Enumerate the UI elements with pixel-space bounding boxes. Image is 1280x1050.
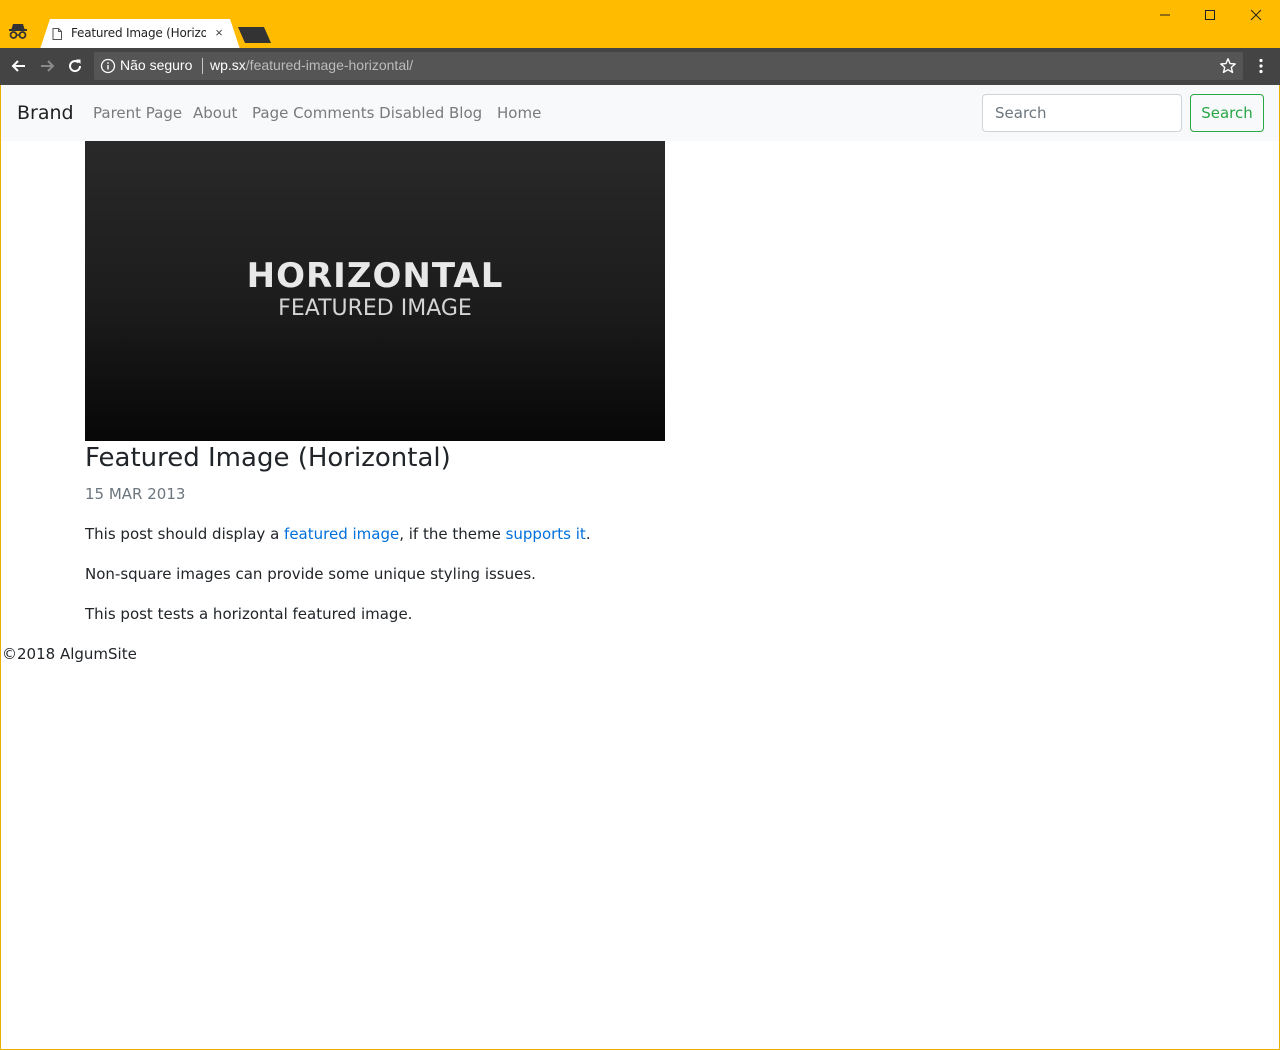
featured-image-link[interactable]: featured image (284, 525, 399, 543)
forward-arrow-icon[interactable] (38, 57, 56, 75)
close-window-icon[interactable] (1246, 6, 1266, 24)
nav-link-page-comments-disabled[interactable]: Page Comments Disabled (252, 104, 444, 122)
info-icon[interactable] (100, 58, 116, 74)
back-arrow-icon[interactable] (10, 57, 28, 75)
featured-image-heading: HORIZONTAL (246, 256, 504, 296)
site-navbar: Brand Parent Page About Page Comments Di… (1, 85, 1279, 141)
post-paragraph-2: Non-square images can provide some uniqu… (85, 565, 536, 583)
browser-menu-icon[interactable] (1252, 57, 1270, 75)
address-divider (202, 58, 203, 74)
tab-close-icon[interactable]: × (212, 26, 226, 40)
post-paragraph-3: This post tests a horizontal featured im… (85, 605, 413, 623)
page-icon (52, 28, 62, 40)
window-border-left (0, 85, 1, 1050)
nav-link-about[interactable]: About (193, 104, 237, 122)
bookmark-star-icon[interactable] (1219, 57, 1237, 75)
incognito-icon (9, 24, 27, 39)
tab-title: Featured Image (Horizontal) (71, 26, 206, 40)
search-input[interactable] (982, 94, 1182, 132)
nav-link-home[interactable]: Home (497, 104, 541, 122)
navbar-brand[interactable]: Brand (17, 102, 74, 124)
site-footer: ©2018 AlgumSite (2, 645, 137, 663)
security-status[interactable]: Não seguro (120, 57, 192, 73)
search-button[interactable]: Search (1190, 94, 1264, 132)
p1-text-before: This post should display a (85, 525, 285, 543)
maximize-icon[interactable] (1200, 6, 1220, 24)
featured-image: HORIZONTAL FEATURED IMAGE (85, 141, 665, 441)
p1-text-after: . (585, 525, 591, 543)
p1-text-middle: , if the theme (399, 525, 506, 543)
featured-image-subheading: FEATURED IMAGE (278, 296, 472, 321)
url-host: wp.sx (210, 57, 246, 73)
nav-link-parent-page[interactable]: Parent Page (93, 104, 182, 122)
browser-titlebar: Featured Image (Horizontal) × (0, 0, 1280, 49)
browser-toolbar: Não seguro wp.sx/featured-image-horizont… (0, 48, 1280, 85)
url-path: /featured-image-horizontal/ (245, 57, 414, 73)
minimize-icon[interactable] (1155, 6, 1175, 24)
address-bar[interactable]: Não seguro wp.sx/featured-image-horizont… (94, 52, 1243, 80)
post-title: Featured Image (Horizontal) (85, 443, 451, 473)
nav-link-blog[interactable]: Blog (449, 104, 482, 122)
reload-icon[interactable] (66, 57, 84, 75)
supports-it-link[interactable]: supports it (506, 525, 586, 543)
url-text[interactable]: wp.sx/featured-image-horizontal/ (210, 57, 413, 73)
new-tab-button[interactable] (238, 27, 272, 43)
post-paragraph-1: This post should display a featured imag… (85, 525, 591, 543)
browser-tab-active[interactable]: Featured Image (Horizontal) × (40, 19, 240, 49)
post-date: 15 MAR 2013 (85, 485, 186, 503)
